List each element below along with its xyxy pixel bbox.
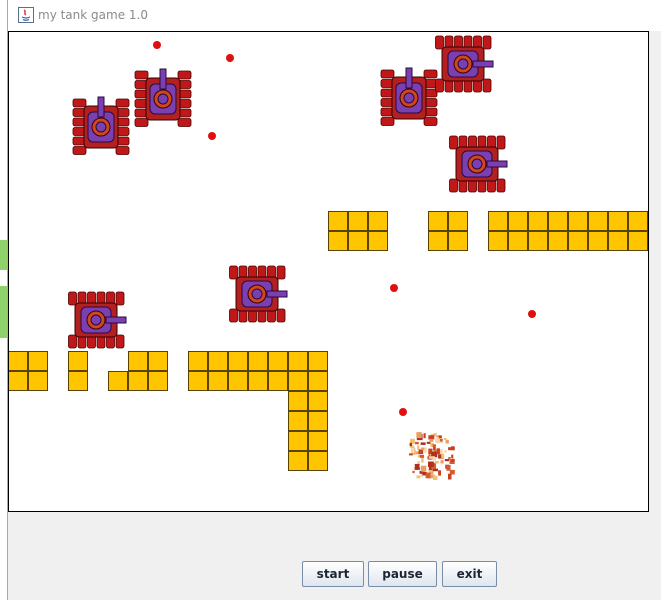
brick-wall bbox=[108, 371, 128, 391]
start-button[interactable]: start bbox=[302, 561, 364, 587]
enemy-bullet bbox=[528, 310, 536, 318]
brick-wall bbox=[488, 211, 508, 231]
minimize-button[interactable] bbox=[527, 0, 572, 31]
brick-wall bbox=[28, 371, 48, 391]
enemy-bullet bbox=[399, 408, 407, 416]
brick-wall bbox=[248, 351, 268, 371]
enemy-tank bbox=[65, 289, 127, 351]
enemy-bullet bbox=[153, 41, 161, 49]
brick-wall bbox=[448, 231, 468, 251]
brick-wall bbox=[608, 211, 628, 231]
enemy-bullet bbox=[208, 132, 216, 140]
brick-wall bbox=[308, 351, 328, 371]
explosion-effect bbox=[409, 432, 457, 481]
brick-wall bbox=[288, 411, 308, 431]
brick-wall bbox=[508, 211, 528, 231]
brick-wall bbox=[308, 411, 328, 431]
brick-wall bbox=[568, 211, 588, 231]
brick-wall bbox=[628, 231, 648, 251]
title-bar[interactable]: my tank game 1.0 bbox=[8, 0, 661, 31]
brick-wall bbox=[608, 231, 628, 251]
java-app-icon bbox=[18, 7, 34, 23]
brick-wall bbox=[528, 231, 548, 251]
brick-wall bbox=[528, 211, 548, 231]
brick-wall bbox=[268, 351, 288, 371]
brick-wall bbox=[368, 231, 388, 251]
brick-wall bbox=[368, 211, 388, 231]
brick-wall bbox=[428, 211, 448, 231]
brick-wall bbox=[228, 371, 248, 391]
enemy-tank bbox=[446, 133, 508, 195]
brick-wall bbox=[208, 371, 228, 391]
close-button[interactable] bbox=[617, 0, 661, 31]
brick-wall bbox=[308, 451, 328, 471]
brick-wall bbox=[128, 351, 148, 371]
brick-wall bbox=[68, 371, 88, 391]
brick-wall bbox=[548, 231, 568, 251]
brick-wall bbox=[308, 391, 328, 411]
brick-wall bbox=[488, 231, 508, 251]
brick-wall bbox=[228, 351, 248, 371]
brick-wall bbox=[548, 211, 568, 231]
pause-button[interactable]: pause bbox=[368, 561, 437, 587]
window-title: my tank game 1.0 bbox=[38, 8, 148, 22]
enemy-tank bbox=[432, 33, 494, 95]
brick-wall bbox=[308, 431, 328, 451]
brick-wall bbox=[188, 371, 208, 391]
exit-button[interactable]: exit bbox=[442, 561, 497, 587]
brick-wall bbox=[288, 391, 308, 411]
brick-wall bbox=[268, 371, 288, 391]
brick-wall bbox=[248, 371, 268, 391]
enemy-tank bbox=[70, 96, 132, 158]
brick-wall bbox=[588, 231, 608, 251]
brick-wall bbox=[188, 351, 208, 371]
brick-wall bbox=[288, 431, 308, 451]
brick-wall bbox=[588, 211, 608, 231]
brick-wall bbox=[148, 371, 168, 391]
brick-wall bbox=[508, 231, 528, 251]
enemy-tank bbox=[132, 68, 194, 130]
brick-wall bbox=[288, 451, 308, 471]
brick-wall bbox=[68, 351, 88, 371]
brick-wall bbox=[348, 211, 368, 231]
enemy-bullet bbox=[390, 284, 398, 292]
enemy-tank bbox=[378, 67, 440, 129]
brick-wall bbox=[288, 371, 308, 391]
control-bar: start pause exit bbox=[0, 561, 661, 589]
brick-wall bbox=[128, 371, 148, 391]
brick-wall bbox=[348, 231, 368, 251]
brick-wall bbox=[208, 351, 228, 371]
enemy-bullet bbox=[226, 54, 234, 62]
brick-wall bbox=[328, 211, 348, 231]
brick-wall bbox=[9, 371, 28, 391]
brick-wall bbox=[328, 231, 348, 251]
brick-wall bbox=[428, 231, 448, 251]
brick-wall bbox=[9, 351, 28, 371]
game-canvas[interactable] bbox=[8, 31, 649, 512]
maximize-button[interactable] bbox=[572, 0, 617, 31]
brick-wall bbox=[28, 351, 48, 371]
brick-wall bbox=[568, 231, 588, 251]
brick-wall bbox=[148, 351, 168, 371]
enemy-tank bbox=[226, 263, 288, 325]
brick-wall bbox=[448, 211, 468, 231]
brick-wall bbox=[628, 211, 648, 231]
brick-wall bbox=[288, 351, 308, 371]
brick-wall bbox=[308, 371, 328, 391]
